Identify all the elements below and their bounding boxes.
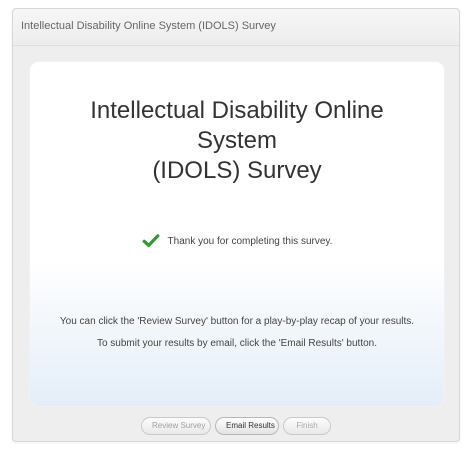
email-instruction: To submit your results by email, click t… [96,338,378,349]
review-survey-button[interactable]: Review Survey [141,417,211,435]
survey-content-panel: Intellectual Disability Online System (I… [29,61,445,407]
check-icon [142,232,160,250]
window-title: Intellectual Disability Online System (I… [21,20,276,32]
completion-instructions: You can click the 'Review Survey' button… [40,311,434,355]
survey-heading-line-2: (IDOLS) Survey [152,157,322,184]
completion-message-row: Thank you for completing this survey. [30,230,444,252]
email-results-button[interactable]: Email Results [215,417,279,435]
review-instruction: You can click the 'Review Survey' button… [59,316,415,327]
survey-heading: Intellectual Disability Online System (I… [48,96,426,186]
survey-heading-line-1: Intellectual Disability Online System [90,97,384,154]
survey-actions: Review Survey Email Results Finish [13,417,459,437]
survey-window: Intellectual Disability Online System (I… [12,8,460,442]
finish-button[interactable]: Finish [283,417,331,435]
completion-message: Thank you for completing this survey. [167,235,333,247]
title-bar: Intellectual Disability Online System (I… [13,9,459,46]
